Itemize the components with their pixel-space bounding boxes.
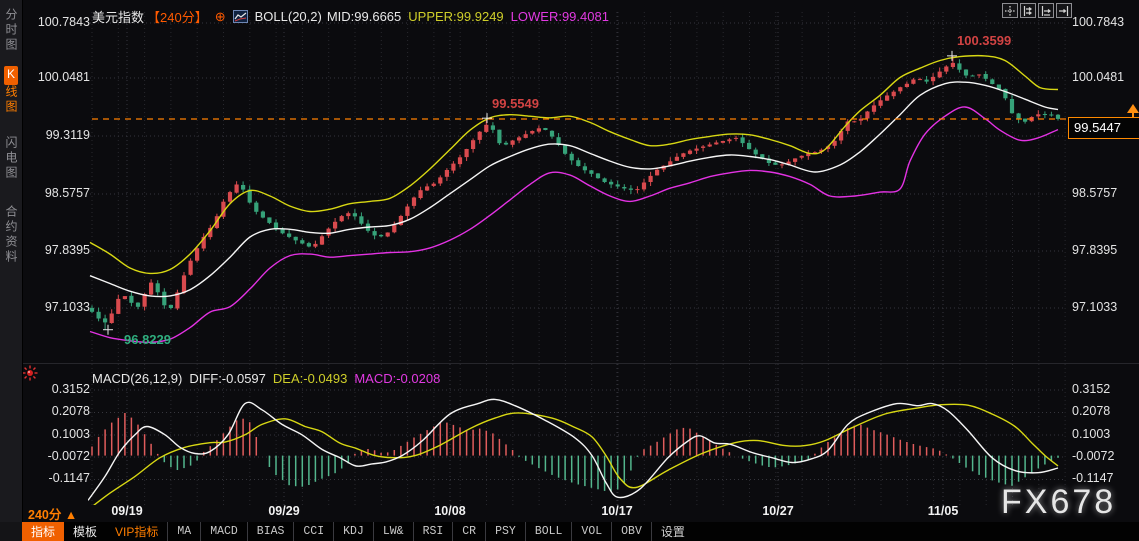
boll-upper-value: UPPER:99.9249 — [408, 9, 504, 24]
jump-to-latest-icon[interactable] — [1056, 3, 1072, 18]
current-price-tag[interactable]: 99.5447 — [1068, 117, 1139, 139]
kline-tab-rest: 线图 — [4, 85, 18, 115]
toolbar-rsi-button[interactable]: RSI — [412, 522, 453, 541]
macd-diff-value: DIFF:-0.0597 — [189, 371, 266, 386]
session-low-annotation: 96.8229 — [124, 332, 171, 347]
toolbar-cci-button[interactable]: CCI — [293, 522, 333, 541]
toolbar-obv-button[interactable]: OBV — [611, 522, 651, 541]
y-axis-label: 97.8395 — [44, 243, 90, 257]
x-axis-date: 10/27 — [762, 504, 794, 518]
macd-axis-label: 0.2078 — [51, 404, 90, 418]
toolbar-lw-button[interactable]: LW& — [372, 522, 413, 541]
x-axis-date: 11/05 — [927, 504, 959, 518]
fx678-watermark: FX678 — [1001, 483, 1117, 521]
y-axis-label: 99.3119 — [45, 128, 90, 142]
toolbar-indicators-button[interactable]: 指标 — [22, 522, 65, 541]
y-axis-label: 100.0481 — [37, 70, 90, 84]
period-selector[interactable]: 240分 ▲ — [28, 504, 77, 523]
y-axis-label: 98.5757 — [44, 186, 90, 200]
symbol-name: 美元指数 — [92, 10, 145, 25]
toolbar-vip-indicators-button[interactable]: VIP指标 — [106, 522, 167, 541]
macd-macd-value: MACD:-0.0208 — [354, 371, 441, 386]
kline-tab-badge: K — [4, 66, 18, 85]
toolbar-psy-button[interactable]: PSY — [485, 522, 525, 541]
toolbar-templates-button[interactable]: 模板 — [64, 522, 106, 541]
axis-zoom-right-icon[interactable] — [1038, 3, 1054, 18]
toolbar-macd-button[interactable]: MACD — [200, 522, 247, 541]
trading-app-window: 分时图 K线图 闪电图 合约资料 美元指数 【240分】 ⊕ BOLL(20,2… — [0, 0, 1139, 541]
sidebar-tab-flash-chart[interactable]: 闪电图 — [0, 136, 22, 181]
kline-chart-icon[interactable] — [232, 10, 248, 23]
sidebar-tab-kline-chart[interactable]: K线图 — [0, 66, 22, 115]
macd-axis-label: 0.3152 — [1072, 382, 1111, 396]
macd-indicator-label: MACD(26,12,9) — [92, 371, 183, 386]
boll-indicator-label: BOLL(20,2) — [254, 9, 322, 24]
toolbar-corner — [0, 522, 22, 541]
macd-header: MACD(26,12,9) DIFF:-0.0597 DEA:-0.0493 M… — [92, 371, 440, 386]
sidebar-tab-time-chart[interactable]: 分时图 — [0, 8, 22, 53]
toolbar-ma-button[interactable]: MA — [167, 522, 200, 541]
indicator-toolbar: 指标 模板 VIP指标 MA MACD BIAS CCI KDJ LW& RSI… — [0, 522, 1139, 541]
crosshair-move-icon[interactable] — [1002, 3, 1018, 18]
x-axis-date: 09/19 — [111, 504, 143, 518]
chart-header: 美元指数 【240分】 ⊕ BOLL(20,2) MID:99.6665 UPP… — [92, 7, 609, 26]
period-badge[interactable]: 【240分】 — [147, 7, 208, 26]
toolbar-kdj-button[interactable]: KDJ — [333, 522, 373, 541]
chart-type-sidebar: 分时图 K线图 闪电图 合约资料 — [0, 0, 23, 522]
y-axis-label: 97.8395 — [1072, 243, 1118, 257]
y-axis-label: 98.5757 — [1072, 186, 1118, 200]
x-axis-date: 09/29 — [268, 504, 300, 518]
macd-axis-label: -0.0072 — [1072, 449, 1115, 463]
add-indicator-icon[interactable]: ⊕ — [215, 9, 226, 25]
toolbar-settings-button[interactable]: 设置 — [650, 522, 694, 541]
toolbar-bias-button[interactable]: BIAS — [246, 522, 294, 541]
y-axis-label: 100.7843 — [1072, 15, 1125, 29]
macd-axis-label: 0.3152 — [51, 382, 90, 396]
session-high-annotation: 100.3599 — [957, 33, 1012, 48]
macd-dea-value: DEA:-0.0493 — [272, 371, 348, 386]
live-burst-icon — [22, 365, 38, 381]
axis-zoom-left-icon[interactable] — [1020, 3, 1036, 18]
macd-axis-label: 0.2078 — [1072, 404, 1111, 418]
y-axis-label: 97.1033 — [1072, 300, 1118, 314]
boll-mid-value: MID:99.6665 — [326, 9, 402, 24]
x-axis-date: 10/08 — [434, 504, 466, 518]
x-axis-date: 10/17 — [601, 504, 633, 518]
swing-high-annotation: 99.5549 — [492, 96, 539, 111]
y-axis-label: 100.0481 — [1072, 70, 1125, 84]
toolbar-cr-button[interactable]: CR — [452, 522, 485, 541]
chart-canvas — [0, 12, 1139, 505]
boll-lower-value: LOWER:99.4081 — [510, 9, 609, 24]
macd-axis-label: 0.1003 — [1072, 427, 1111, 441]
toolbar-vol-button[interactable]: VOL — [571, 522, 611, 541]
toolbar-boll-button[interactable]: BOLL — [524, 522, 572, 541]
y-axis-label: 100.7843 — [37, 15, 90, 29]
chart-tool-icons — [1002, 3, 1072, 18]
y-axis-label: 97.1033 — [44, 300, 90, 314]
sidebar-tab-contract-info[interactable]: 合约资料 — [0, 205, 22, 265]
macd-axis-label: -0.1147 — [48, 471, 90, 485]
macd-axis-label: 0.1003 — [51, 427, 90, 441]
macd-axis-label: -0.0072 — [47, 449, 90, 463]
